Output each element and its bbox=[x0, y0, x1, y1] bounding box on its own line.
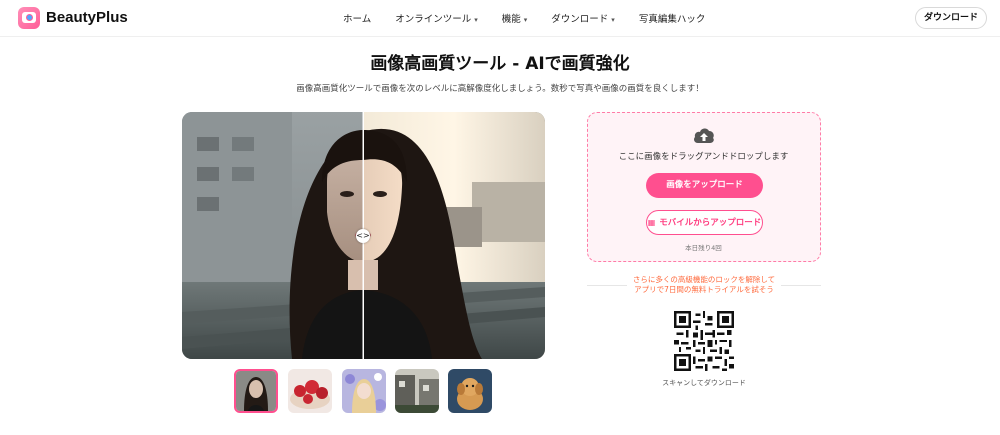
chevron-down-icon: ▾ bbox=[611, 16, 615, 24]
brand-name[interactable]: BeautyPlus bbox=[46, 9, 128, 26]
qr-caption: スキャンしてダウンロード bbox=[662, 379, 746, 387]
drop-instructions: ここに画像をドラッグアンドドロップします bbox=[618, 152, 789, 162]
main-nav: ホーム オンラインツール ▾ 機能 ▾ ダウンロード ▾ 写真編集ハック bbox=[343, 11, 729, 27]
sample-thumbnails bbox=[234, 369, 494, 413]
compare-slider-handle[interactable]: <> bbox=[356, 229, 370, 243]
beautyplus-logo-icon[interactable] bbox=[18, 7, 40, 29]
nav-item-online-tools[interactable]: オンラインツール ▾ bbox=[395, 11, 478, 27]
portrait-thumbnail[interactable] bbox=[234, 369, 278, 413]
nav-item-photo-hacks[interactable]: 写真編集ハック bbox=[639, 11, 706, 27]
girl-flowers-thumbnail[interactable] bbox=[342, 369, 386, 413]
puppy-thumbnail[interactable] bbox=[448, 369, 492, 413]
street-thumbnail[interactable] bbox=[395, 369, 439, 413]
chevron-down-icon: ▾ bbox=[474, 16, 478, 24]
page-subtitle: 画像高画質化ツールで画像を次のレベルに高解像度化しましょう。数秒で写真や画像の画… bbox=[296, 84, 704, 94]
top-header: BeautyPlus ホーム オンラインツール ▾ 機能 ▾ ダウンロード ▾ 写真編… bbox=[0, 0, 1000, 37]
nav-item-home[interactable]: ホーム bbox=[343, 11, 371, 27]
chevron-down-icon: ▾ bbox=[523, 16, 528, 24]
page-title: 画像高画質ツール - AIで画質強化 bbox=[370, 54, 630, 74]
upload-image-button[interactable]: 画像をアップロード bbox=[646, 173, 763, 198]
header-download-button[interactable]: ダウンロード bbox=[915, 7, 987, 29]
upload-from-mobile-button[interactable]: ▦ モバイルからアップロード bbox=[646, 210, 763, 235]
download-qr-code bbox=[674, 311, 734, 371]
remaining-uses: 本日残り4回 bbox=[685, 244, 722, 252]
cake-thumbnail[interactable] bbox=[288, 369, 332, 413]
trial-promo[interactable]: さらに多くの高級機能のロックを解除して アプリで7日間の無料トライアルを試そう bbox=[600, 275, 808, 295]
nav-item-features[interactable]: 機能 ▾ bbox=[502, 11, 528, 27]
qr-code-icon: ▦ bbox=[647, 218, 656, 227]
upload-dropzone[interactable]: ここに画像をドラッグアンドドロップします 画像をアップロード ▦ モバイルからアッ… bbox=[587, 112, 821, 262]
cloud-upload-icon bbox=[694, 128, 714, 143]
promo-line-1: さらに多くの高級機能のロックを解除して bbox=[632, 275, 776, 284]
nav-item-download[interactable]: ダウンロード ▾ bbox=[551, 11, 615, 27]
promo-line-2: アプリで7日間の無料トライアルを試そう bbox=[634, 285, 774, 294]
